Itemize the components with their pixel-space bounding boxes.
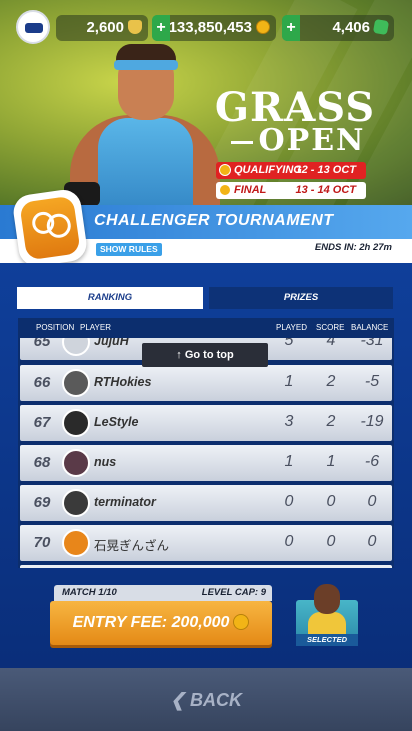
tab-prizes[interactable]: PRIZES xyxy=(209,287,393,309)
gem-count: 4,406 xyxy=(332,19,370,36)
avatar xyxy=(62,409,90,437)
trophy-count: 2,600 xyxy=(86,19,124,36)
stage-final: FINAL 13 - 14 OCT xyxy=(216,182,366,199)
level-cap: LEVEL CAP: 9 xyxy=(201,587,266,598)
ranking-list[interactable]: 65 JujuH 5 4 -31 66 RTHokies 1 2 -5 67 L… xyxy=(18,338,394,568)
chevron-left-icon: ❮ xyxy=(169,690,191,710)
back-button[interactable]: ❮ BACK xyxy=(0,690,412,711)
add-gems-button[interactable]: + xyxy=(282,15,300,41)
coin-count: 133,850,453 xyxy=(168,19,252,36)
ends-in-timer: ENDS IN: 2h 27m xyxy=(314,242,392,253)
add-coins-button[interactable]: + xyxy=(152,15,170,41)
avatar xyxy=(62,338,90,356)
table-row[interactable]: 68 nus 1 1 -6 xyxy=(20,445,392,481)
table-row[interactable]: 67 LeStyle 3 2 -19 xyxy=(20,405,392,441)
show-rules-button[interactable]: SHOW RULES xyxy=(96,243,162,256)
gem-icon xyxy=(372,18,390,36)
event-title-line2: OPEN xyxy=(258,123,366,158)
selected-label: SELECTED xyxy=(296,634,358,646)
table-row[interactable] xyxy=(20,565,392,568)
coin-counter[interactable]: + 133,850,453 xyxy=(152,15,276,41)
avatar xyxy=(62,449,90,477)
coin-icon xyxy=(256,20,270,34)
entry-fee-button[interactable]: ENTRY FEE: 200,000 xyxy=(50,601,272,645)
selected-character-card[interactable]: SELECTED xyxy=(296,582,358,646)
col-player: PLAYER xyxy=(80,323,111,332)
avatar xyxy=(62,369,90,397)
table-row[interactable]: 70 石晃ぎんざん 0 0 0 xyxy=(20,525,392,561)
tournament-badge-icon xyxy=(11,187,89,269)
col-score: SCORE xyxy=(316,323,345,332)
col-position: POSITION xyxy=(36,323,75,332)
match-info: MATCH 1/10 LEVEL CAP: 9 xyxy=(54,585,272,601)
tab-ranking[interactable]: RANKING xyxy=(17,287,203,309)
stage-qualifying: QUALIFYING 12 - 13 OCT xyxy=(216,162,366,179)
avatar xyxy=(62,489,90,517)
avatar xyxy=(62,529,90,557)
col-balance: BALANCE xyxy=(351,323,389,332)
stage-marker-icon xyxy=(219,184,231,196)
trophy-counter: 2,600 xyxy=(56,15,148,41)
table-header: POSITION PLAYER PLAYED SCORE BALANCE xyxy=(18,318,394,338)
match-count: MATCH 1/10 xyxy=(62,587,117,598)
trophy-icon xyxy=(128,20,142,34)
gem-counter[interactable]: + 4,406 xyxy=(282,15,394,41)
event-title-line1: GRASS xyxy=(214,84,376,131)
coin-icon xyxy=(233,614,250,630)
profile-avatar-button[interactable] xyxy=(16,10,50,44)
player-character xyxy=(64,40,220,205)
col-played: PLAYED xyxy=(276,323,307,332)
table-row[interactable]: 69 terminator 0 0 0 xyxy=(20,485,392,521)
table-row[interactable]: 66 RTHokies 1 2 -5 xyxy=(20,365,392,401)
tournament-title: CHALLENGER TOURNAMENT xyxy=(94,212,334,229)
stage-marker-icon xyxy=(219,164,231,176)
go-to-top-button[interactable]: ↑ Go to top xyxy=(142,343,268,367)
